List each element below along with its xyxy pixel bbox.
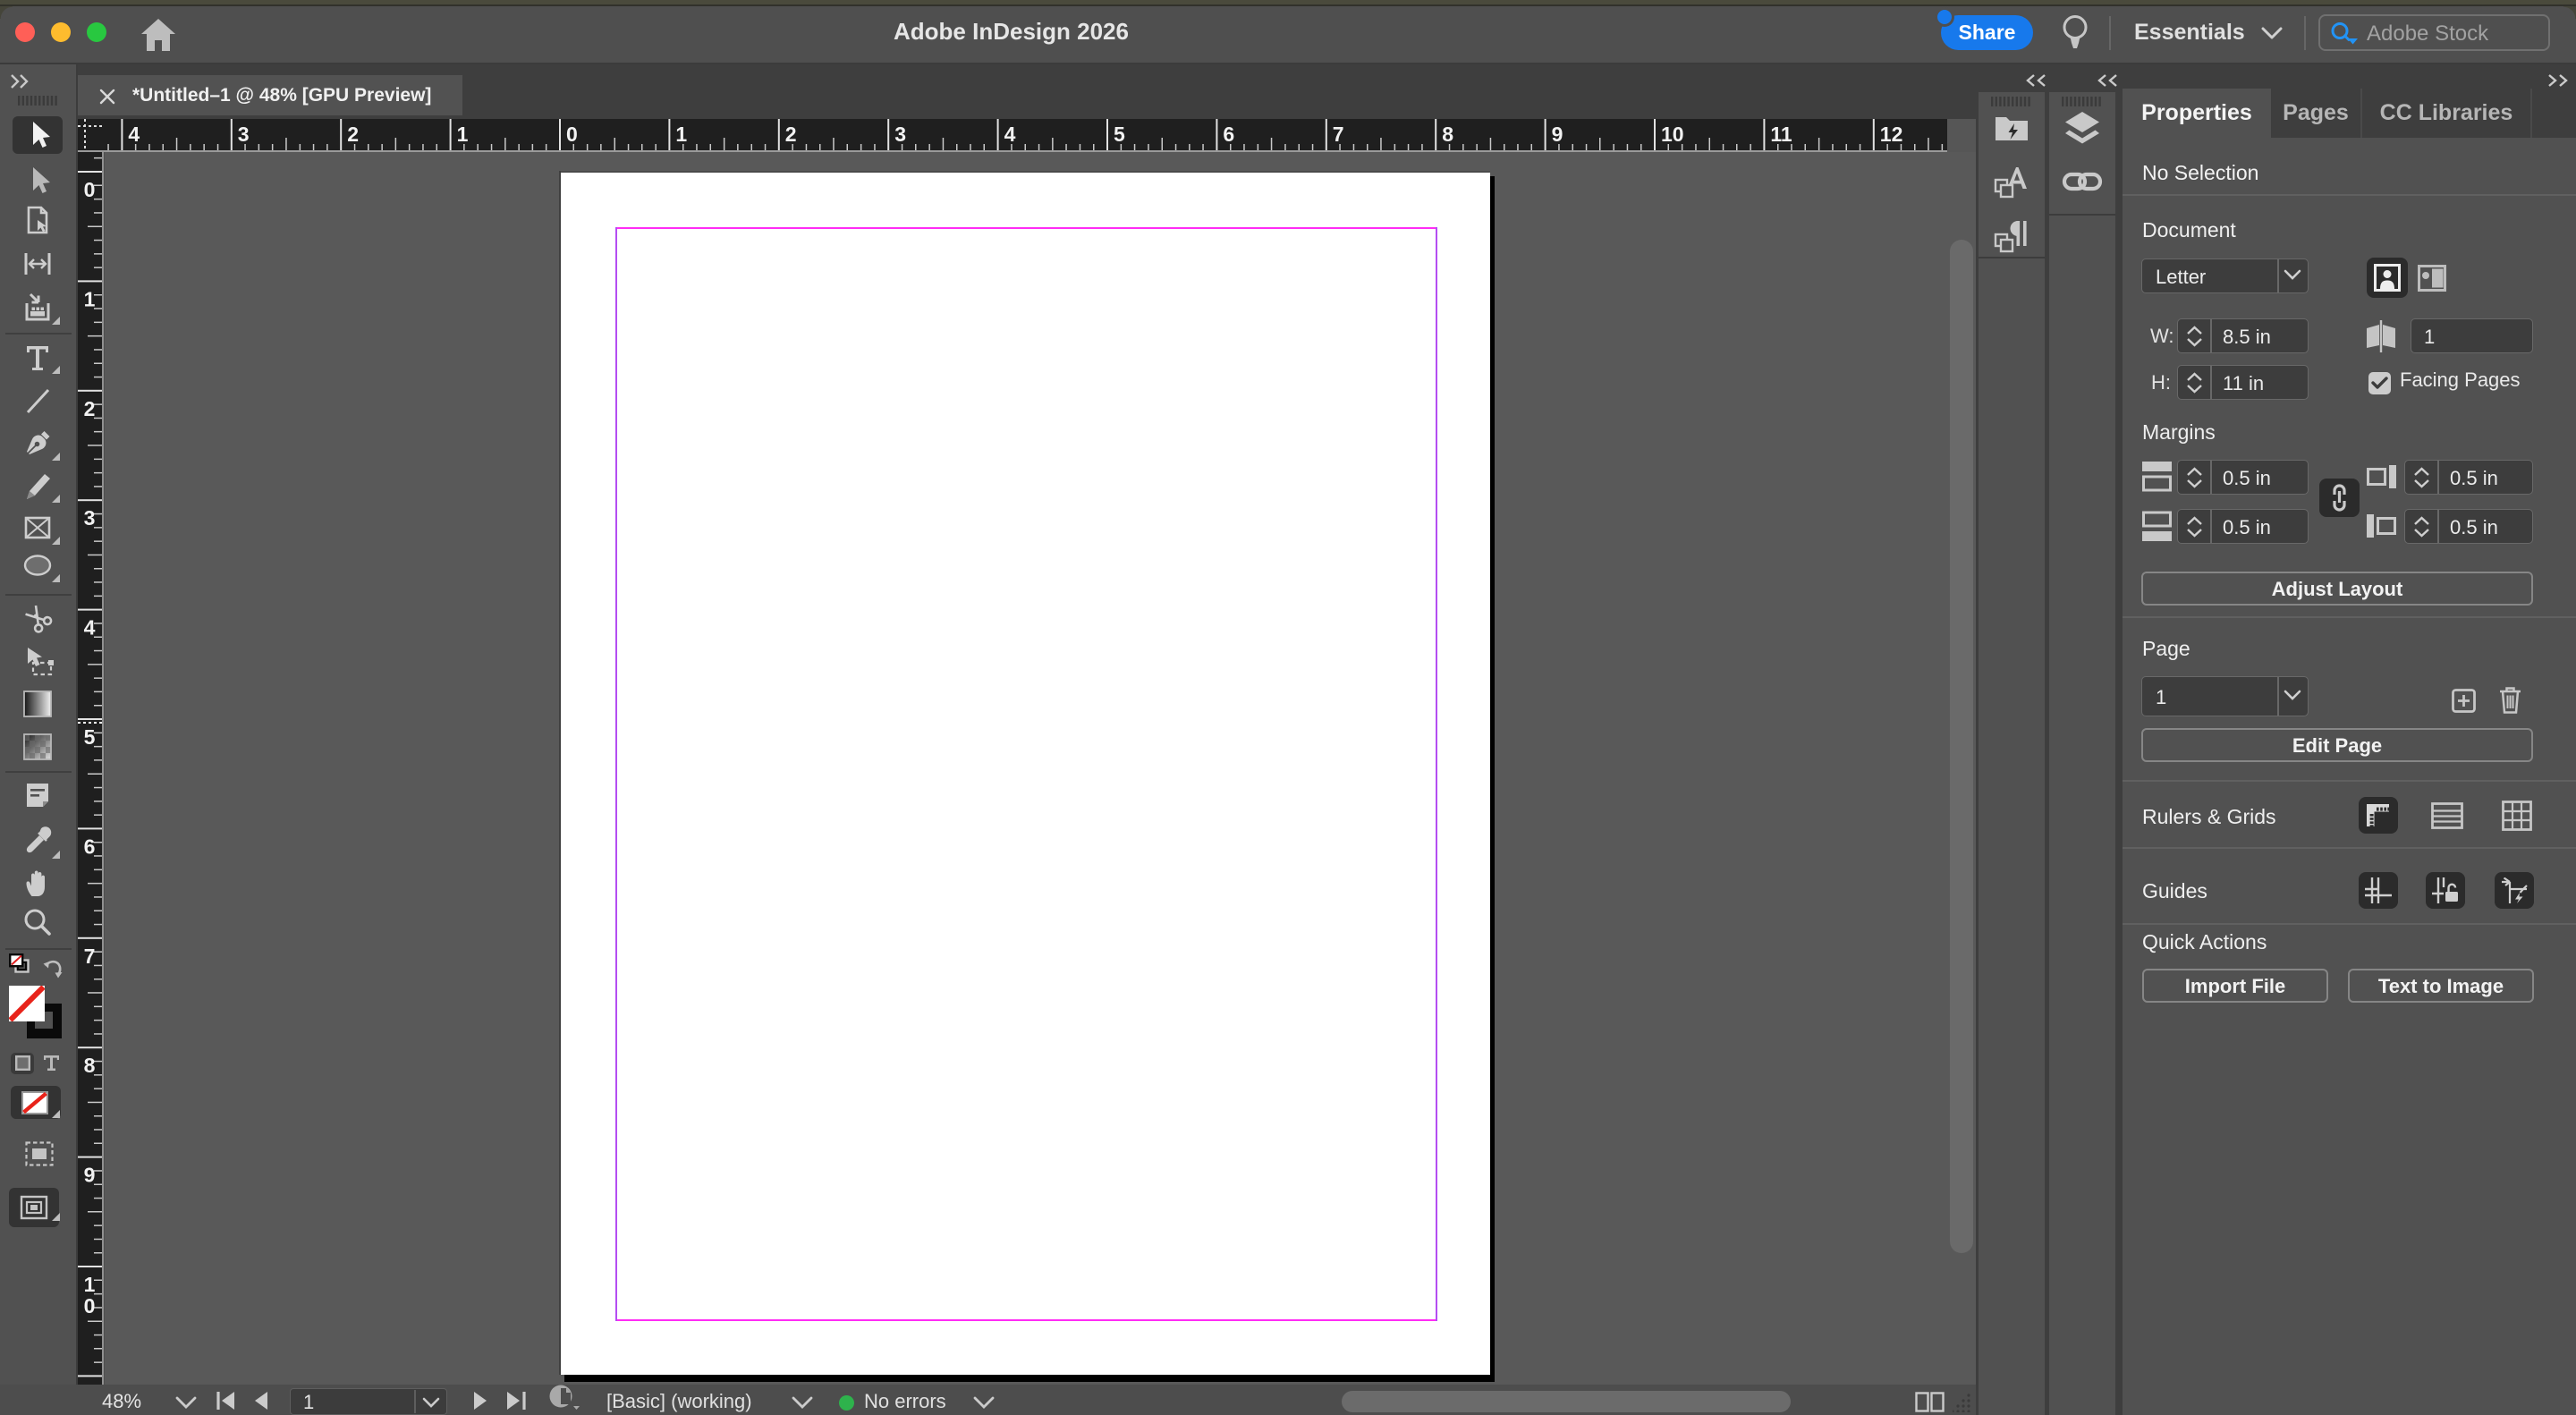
svg-text:1: 1 <box>84 1273 96 1296</box>
svg-text:9: 9 <box>84 1164 96 1187</box>
svg-text:10: 10 <box>1661 123 1684 146</box>
svg-text:8: 8 <box>1442 123 1453 146</box>
svg-text:1: 1 <box>84 287 96 310</box>
svg-text:4: 4 <box>128 123 140 146</box>
svg-text:7: 7 <box>1333 123 1344 146</box>
svg-text:3: 3 <box>238 123 250 146</box>
svg-text:9: 9 <box>1552 123 1563 146</box>
svg-text:5: 5 <box>1114 123 1125 146</box>
svg-text:6: 6 <box>84 835 96 858</box>
svg-text:12: 12 <box>1880 123 1903 146</box>
svg-text:1: 1 <box>675 123 687 146</box>
svg-text:5: 5 <box>84 725 96 749</box>
svg-text:0: 0 <box>84 178 96 201</box>
svg-text:0: 0 <box>84 1294 96 1318</box>
svg-text:2: 2 <box>785 123 797 146</box>
svg-text:0: 0 <box>566 123 578 146</box>
svg-text:11: 11 <box>1770 123 1792 146</box>
svg-text:8: 8 <box>84 1054 96 1077</box>
svg-text:3: 3 <box>84 506 96 530</box>
svg-text:4: 4 <box>84 616 96 640</box>
svg-text:7: 7 <box>84 945 96 968</box>
svg-text:3: 3 <box>894 123 906 146</box>
svg-text:2: 2 <box>347 123 359 146</box>
svg-text:6: 6 <box>1223 123 1234 146</box>
svg-text:1: 1 <box>457 123 469 146</box>
svg-text:2: 2 <box>84 397 96 420</box>
svg-text:4: 4 <box>1004 123 1016 146</box>
